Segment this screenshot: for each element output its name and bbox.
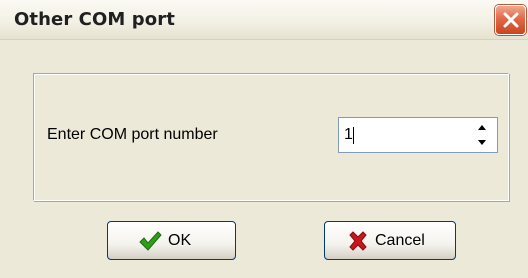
arrow-down-icon (478, 140, 486, 145)
port-number-input[interactable] (342, 121, 462, 149)
checkmark-icon (139, 231, 162, 251)
dialog-window: Other COM port Enter COM port number OK (0, 0, 528, 278)
ok-button[interactable]: OK (107, 221, 236, 260)
ok-button-label: OK (168, 232, 192, 249)
arrow-up-icon (478, 125, 486, 130)
close-button[interactable] (495, 5, 526, 35)
red-x-icon (349, 231, 367, 251)
dialog-title: Other COM port (14, 9, 175, 30)
spin-down-button[interactable] (468, 135, 496, 150)
title-bar[interactable]: Other COM port (0, 0, 528, 40)
spin-up-button[interactable] (468, 120, 496, 135)
port-number-spinbox[interactable] (338, 117, 498, 153)
text-caret (353, 127, 354, 144)
cancel-button-label: Cancel (375, 232, 425, 249)
close-icon (503, 12, 519, 28)
cancel-button[interactable]: Cancel (324, 221, 456, 260)
port-number-label: Enter COM port number (47, 126, 218, 143)
